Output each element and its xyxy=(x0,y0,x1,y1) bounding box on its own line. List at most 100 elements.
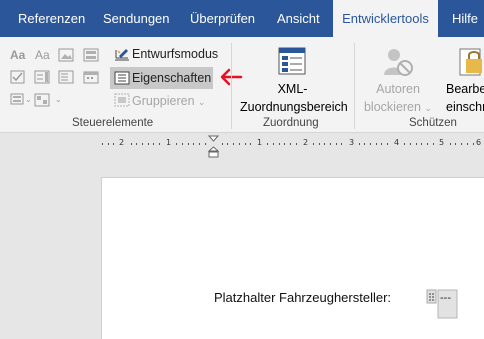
tab-entwicklertools[interactable]: Entwicklertools xyxy=(333,0,438,37)
chevron-down-icon: ⌄ xyxy=(424,103,432,113)
ruler-tick xyxy=(204,143,206,145)
ruler-number: 6 xyxy=(476,138,482,147)
ruler-tick xyxy=(295,143,297,145)
ruler-number: 3 xyxy=(349,138,355,147)
group-separator xyxy=(231,43,232,129)
ruler-tick xyxy=(455,143,457,145)
ruler-tick xyxy=(141,143,143,145)
group-label-steuerelemente: Steuerelemente xyxy=(72,117,154,129)
ruler-tick xyxy=(375,143,377,145)
group-icon xyxy=(114,93,130,107)
indent-marker-icon[interactable] xyxy=(208,135,219,159)
ruler-number: 5 xyxy=(439,138,445,147)
date-picker-control-icon[interactable] xyxy=(83,70,99,84)
block-authors-icon xyxy=(384,49,413,76)
ruler-tick xyxy=(409,143,411,145)
building-block-control-icon[interactable] xyxy=(83,48,99,62)
ruler-tick xyxy=(364,143,366,145)
ruler-tick xyxy=(387,143,388,145)
ruler-tick xyxy=(176,143,178,145)
ruler-tick xyxy=(461,143,463,145)
eigenschaften-button[interactable]: Eigenschaften xyxy=(132,71,211,85)
ruler-tick xyxy=(187,143,189,145)
ruler-tick xyxy=(233,143,235,145)
ruler-tick xyxy=(432,143,434,145)
dropdown-list-control-icon[interactable] xyxy=(58,70,74,84)
ruler-tick xyxy=(426,143,428,145)
xml-label-line1: XML- xyxy=(277,82,308,96)
ruler-tick xyxy=(273,143,274,145)
ruler-number: 4 xyxy=(394,138,400,147)
content-control[interactable]: --- xyxy=(426,289,458,319)
ruler-tick xyxy=(159,143,160,145)
horizontal-ruler[interactable]: 2 1 1 2 3 4 5 6 xyxy=(100,138,484,149)
restrict-editing-icon xyxy=(459,48,482,76)
plain-text-control-icon[interactable]: Aa xyxy=(35,48,51,62)
combo-box-control-icon[interactable] xyxy=(34,70,50,84)
ruler-tick xyxy=(107,143,109,145)
ruler-tick xyxy=(278,143,280,145)
ruler-tick xyxy=(421,143,423,145)
ruler-tick xyxy=(381,143,383,145)
group-separator xyxy=(354,43,355,129)
ruler-tick xyxy=(466,143,468,145)
ruler-tick xyxy=(318,143,320,145)
ruler-tick xyxy=(341,143,343,145)
ribbon-panel: Aa Aa ⌄ ⌄ Entwurfsmodus Eigenschaften Gr… xyxy=(0,37,484,133)
xml-mapping-button[interactable]: XML- Zuordnungsbereich xyxy=(240,80,348,116)
tab-ueberpruefen[interactable]: Überprüfen xyxy=(190,0,255,37)
ruler-tick xyxy=(198,143,200,145)
tab-referenzen[interactable]: Referenzen xyxy=(18,0,85,37)
chevron-down-icon: ⌄ xyxy=(198,97,206,107)
ruler-tick xyxy=(324,143,326,145)
ruler-tick xyxy=(284,143,286,145)
bearbeitung-einschraenken-button[interactable]: Bearbeitu einschr xyxy=(446,80,484,116)
chevron-down-icon: ⌄ xyxy=(55,95,62,104)
ruler-tick xyxy=(250,143,252,145)
ruler-tick xyxy=(335,143,337,145)
xml-label-line2: Zuordnungsbereich xyxy=(240,100,348,114)
ruler-tick xyxy=(415,143,417,145)
ruler-number: 2 xyxy=(303,138,309,147)
placeholder-label: Platzhalter Fahrzeughersteller: xyxy=(214,290,392,305)
ruler-tick xyxy=(358,143,360,145)
ruler-tick xyxy=(130,143,132,145)
ribbon-tab-bar: Referenzen Sendungen Überprüfen Ansicht … xyxy=(0,0,484,37)
ruler-tick xyxy=(221,143,223,145)
ruler-tick xyxy=(227,143,229,145)
tab-ansicht[interactable]: Ansicht xyxy=(277,0,320,37)
ruler-tick xyxy=(472,143,474,145)
ruler-tick xyxy=(113,143,115,145)
autoren-blockieren-button[interactable]: Autoren blockieren ⌄ xyxy=(362,80,434,117)
ruler-tick xyxy=(244,143,246,145)
content-control-value: --- xyxy=(440,292,451,304)
ruler-tick xyxy=(449,143,451,145)
bearbeiten-label-line1: Bearbeitu xyxy=(446,82,484,96)
ruler-tick xyxy=(312,143,314,145)
entwurfsmodus-button[interactable]: Entwurfsmodus xyxy=(132,47,218,61)
ruler-tick xyxy=(193,143,195,145)
ruler-tick xyxy=(238,143,240,145)
tab-sendungen[interactable]: Sendungen xyxy=(103,0,170,37)
properties-icon xyxy=(114,71,130,85)
xml-mapping-icon xyxy=(278,47,306,75)
ruler-tick xyxy=(153,143,155,145)
legacy-tools-icon[interactable] xyxy=(34,93,50,107)
picture-control-icon[interactable] xyxy=(58,48,74,62)
group-label-zuordnung: Zuordnung xyxy=(263,117,319,129)
ruler-number: 2 xyxy=(119,138,125,147)
ruler-tick xyxy=(181,143,183,145)
bearbeiten-label-line2: einschr xyxy=(446,100,484,114)
ruler-number: 1 xyxy=(257,138,263,147)
ruler-tick xyxy=(102,143,103,145)
ruler-tick xyxy=(369,143,371,145)
autoren-label-line2: blockieren xyxy=(363,100,421,114)
ruler-tick xyxy=(404,143,406,145)
rich-text-control-icon[interactable]: Aa xyxy=(10,48,26,62)
ruler-tick xyxy=(330,143,331,145)
tab-hilfe[interactable]: Hilfe xyxy=(452,0,478,37)
checkbox-control-icon[interactable] xyxy=(10,70,26,84)
autoren-label-line1: Autoren xyxy=(376,82,420,96)
gruppieren-button[interactable]: Gruppieren ⌄ xyxy=(132,94,206,108)
repeating-section-control-icon[interactable] xyxy=(10,93,26,107)
